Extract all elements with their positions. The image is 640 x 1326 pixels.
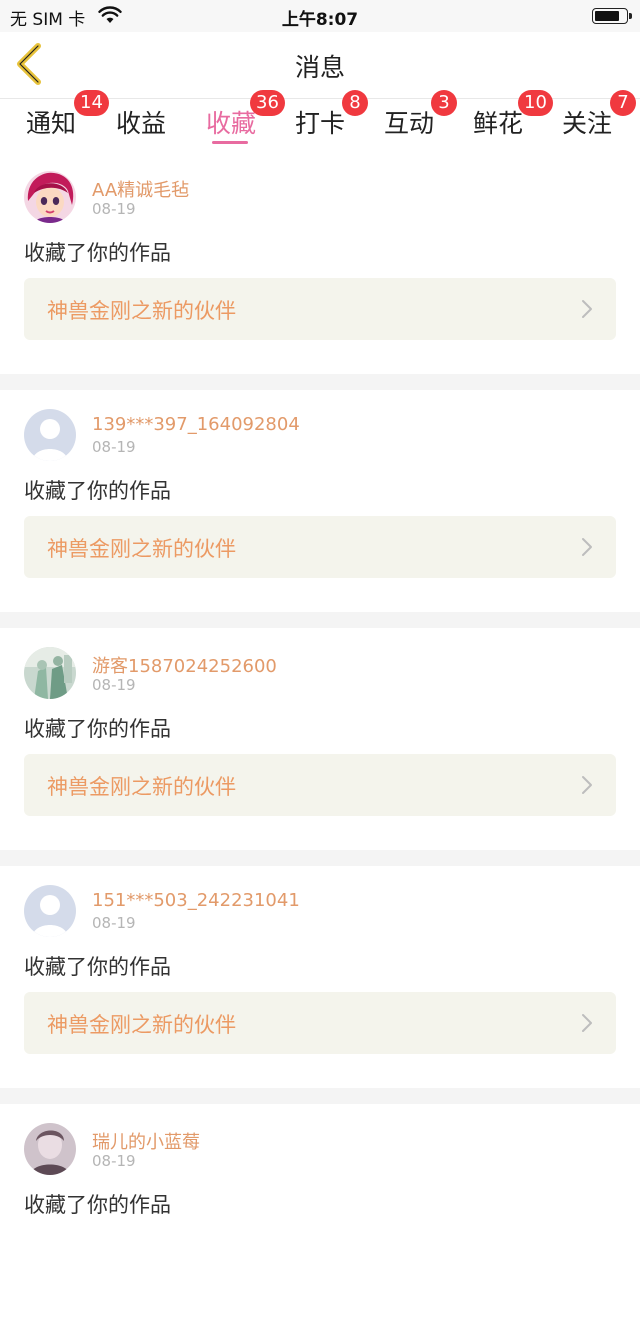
message-card: 139***397_164092804 08-19 收藏了你的作品 神兽金刚之新… (0, 390, 640, 612)
card-separator (0, 374, 640, 390)
tab-earnings[interactable]: 收益 (116, 104, 166, 140)
tab-follow[interactable]: 关注 (562, 104, 612, 140)
page-title: 消息 (294, 53, 345, 82)
work-link-card[interactable]: 神兽金刚之新的伙伴 (24, 754, 616, 816)
checkin-badge: 8 (342, 90, 368, 116)
navigation-bar: 消息 (0, 32, 640, 99)
default-avatar[interactable] (24, 885, 76, 937)
interaction-badge: 3 (431, 90, 457, 116)
status-bar: 无 SIM 卡 上午8:07 (0, 0, 640, 32)
favorites-badge: 36 (250, 90, 285, 116)
tab-favorites[interactable]: 收藏 (206, 104, 256, 140)
work-link-card[interactable]: 神兽金刚之新的伙伴 (24, 278, 616, 340)
notification-badge: 14 (74, 90, 109, 116)
chevron-right-icon (582, 1014, 592, 1032)
work-link-card[interactable]: 神兽金刚之新的伙伴 (24, 516, 616, 578)
message-date: 08-19 (92, 676, 136, 694)
message-date: 08-19 (92, 914, 136, 932)
message-card: 游客1587024252600 08-19 收藏了你的作品 神兽金刚之新的伙伴 (0, 628, 640, 850)
message-text: 收藏了你的作品 (24, 479, 171, 503)
message-text: 收藏了你的作品 (24, 717, 171, 741)
message-date: 08-19 (92, 200, 136, 218)
photo-avatar[interactable] (24, 647, 76, 699)
work-title: 神兽金刚之新的伙伴 (47, 775, 236, 799)
message-text: 收藏了你的作品 (24, 241, 171, 265)
follow-badge: 7 (610, 90, 636, 116)
clock: 上午8:07 (281, 10, 359, 30)
username[interactable]: AA精诚毛毡 (92, 176, 189, 202)
message-text: 收藏了你的作品 (24, 955, 171, 979)
tab-notification[interactable]: 通知 (26, 104, 76, 140)
message-text: 收藏了你的作品 (24, 1193, 171, 1217)
message-date: 08-19 (92, 1152, 136, 1170)
work-title: 神兽金刚之新的伙伴 (47, 1013, 236, 1037)
photo-avatar[interactable] (24, 1123, 76, 1175)
work-title: 神兽金刚之新的伙伴 (47, 537, 236, 561)
tab-checkin[interactable]: 打卡 (295, 104, 345, 140)
card-separator (0, 850, 640, 866)
message-date: 08-19 (92, 438, 136, 456)
username[interactable]: 瑞儿的小蓝莓 (92, 1128, 200, 1154)
work-title: 神兽金刚之新的伙伴 (47, 299, 236, 323)
message-card: AA精诚毛毡 08-19 收藏了你的作品 神兽金刚之新的伙伴 (0, 152, 640, 374)
battery-icon (592, 8, 632, 24)
tab-flowers[interactable]: 鲜花 (473, 104, 523, 140)
chevron-right-icon (582, 776, 592, 794)
message-card: 瑞儿的小蓝莓 08-19 收藏了你的作品 (0, 1104, 640, 1326)
message-card: 151***503_242231041 08-19 收藏了你的作品 神兽金刚之新… (0, 866, 640, 1088)
work-link-card[interactable]: 神兽金刚之新的伙伴 (24, 992, 616, 1054)
message-list: AA精诚毛毡 08-19 收藏了你的作品 神兽金刚之新的伙伴 139***397… (0, 152, 640, 1326)
card-separator (0, 1088, 640, 1104)
card-separator (0, 612, 640, 628)
active-tab-indicator (212, 141, 248, 144)
flowers-badge: 10 (518, 90, 553, 116)
default-avatar[interactable] (24, 409, 76, 461)
chevron-right-icon (582, 300, 592, 318)
username[interactable]: 139***397_164092804 (92, 414, 300, 435)
tab-interaction[interactable]: 互动 (384, 104, 434, 140)
chevron-right-icon (582, 538, 592, 556)
cartoon-girl-avatar[interactable] (24, 171, 76, 223)
username[interactable]: 游客1587024252600 (92, 652, 277, 678)
username[interactable]: 151***503_242231041 (92, 890, 300, 911)
